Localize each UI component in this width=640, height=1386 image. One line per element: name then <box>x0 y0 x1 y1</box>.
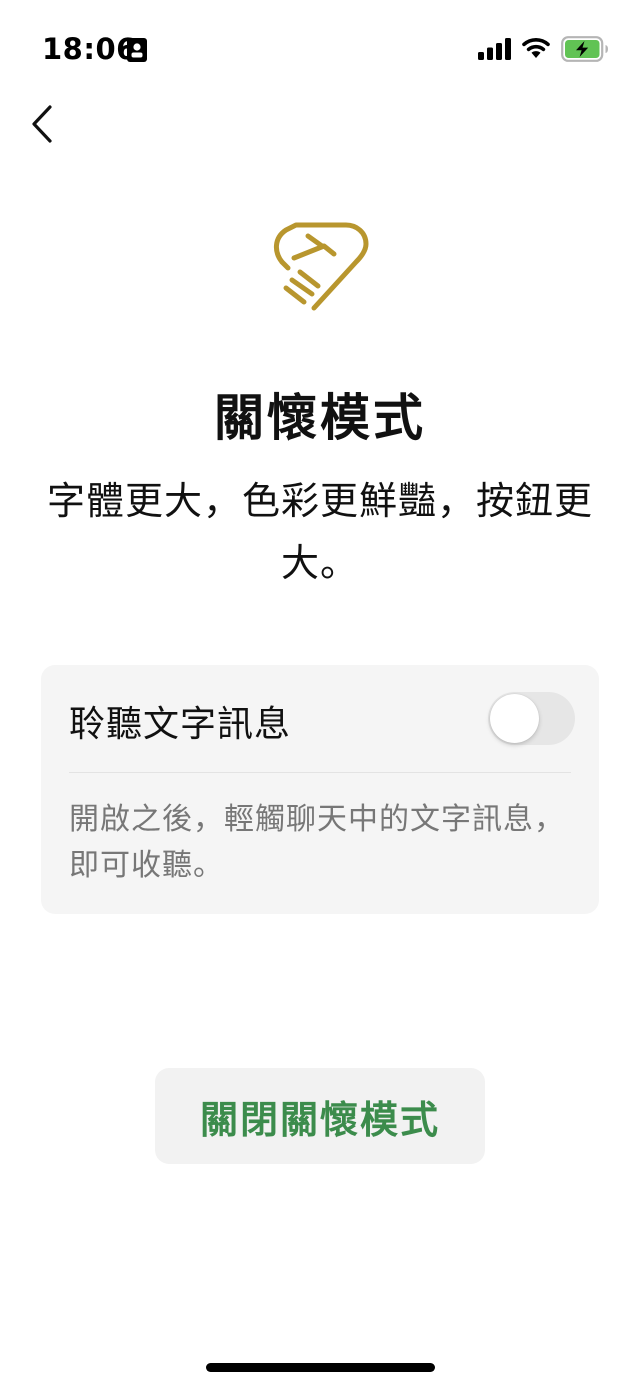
wifi-icon <box>522 38 550 58</box>
page-subtitle: 字體更大，色彩更鮮豔，按鈕更大。 <box>46 479 593 585</box>
cellular-signal-icon <box>478 38 511 60</box>
card-divider <box>69 772 571 773</box>
listen-text-messages-card: 聆聽文字訊息 開啟之後，輕觸聊天中的文字訊息，即可收聽。 <box>41 665 599 914</box>
chevron-left-icon <box>32 105 52 143</box>
id-card-icon <box>127 38 147 62</box>
listen-text-messages-label: 聆聽文字訊息 <box>69 704 292 745</box>
toggle-knob <box>490 694 539 743</box>
heart-hands-icon <box>274 222 369 311</box>
status-time: 18:06 <box>42 32 137 66</box>
care-mode-screen: 18:06 關懷模式 字體更大，色彩更鮮豔，按鈕更大。 聆聽文字訊息 開啟之後，… <box>0 0 640 1386</box>
listen-text-messages-toggle[interactable] <box>488 692 575 745</box>
back-button[interactable] <box>22 100 62 148</box>
battery-charging-icon <box>561 36 608 62</box>
page-title: 關懷模式 <box>214 389 426 447</box>
listen-text-messages-description: 開啟之後，輕觸聊天中的文字訊息，即可收聽。 <box>69 802 565 883</box>
close-care-mode-button[interactable]: 關閉關懷模式 <box>155 1068 485 1164</box>
home-indicator[interactable] <box>206 1363 435 1372</box>
